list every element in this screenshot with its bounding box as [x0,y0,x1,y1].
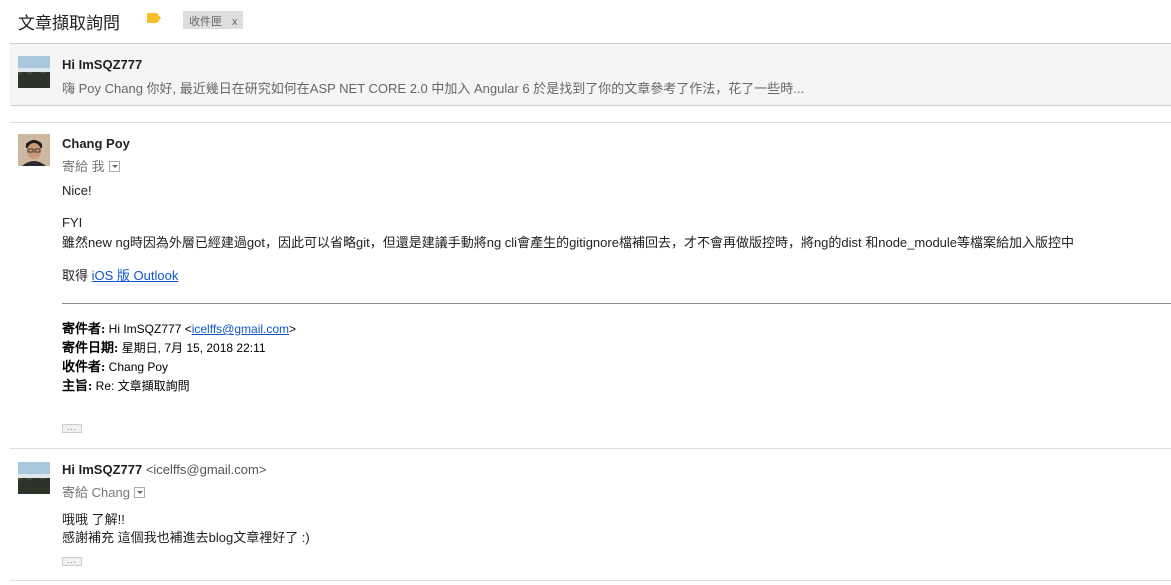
body-line: 雖然new ng時因為外層已經建過got，因此可以省略git，但還是建議手動將n… [62,235,1075,250]
quoted-from-close: > [289,322,297,336]
show-trimmed-content-button[interactable]: ... [62,424,82,433]
message-divider [10,580,1171,581]
quote-divider [62,303,1171,304]
avatar [18,462,50,494]
body-line: 感謝補充 這個我也補進去blog文章裡好了 :) [62,530,310,545]
signature-prefix: 取得 [62,268,92,283]
body-line: Nice! [62,183,92,198]
sender-email: <icelffs@gmail.com> [145,462,267,477]
remove-label-button[interactable]: x [232,16,238,28]
message-sender[interactable]: Chang Poy [62,136,130,151]
body-line: FYI [62,215,83,230]
outlook-ios-link[interactable]: iOS 版 Outlook [92,268,179,283]
message-sender[interactable]: Hi ImSQZ777 <icelffs@gmail.com> [62,462,266,477]
landscape-avatar-icon [18,56,50,88]
quoted-to-value: Chang Poy [105,360,169,374]
quoted-subject: 主旨: Re: 文章擷取詢問 [62,375,190,394]
quoted-from-email-link[interactable]: icelffs@gmail.com [192,322,289,336]
quoted-subject-value: Re: 文章擷取詢問 [92,379,190,393]
signature-line: 取得 iOS 版 Outlook [62,265,178,284]
message-divider [10,122,1171,123]
show-details-dropdown-icon[interactable] [108,161,120,173]
quoted-from-name: Hi ImSQZ777 < [105,322,192,336]
inbox-label-text: 收件匣 [189,16,222,28]
important-label-icon[interactable] [147,13,161,23]
quoted-date: 寄件日期: 星期日, 7月 15, 2018 22:11 [62,337,266,356]
thread-header: 文章擷取詢問 收件匣 x [0,0,1171,40]
landscape-avatar-icon [18,462,50,494]
quoted-date-value: 星期日, 7月 15, 2018 22:11 [118,341,266,355]
message-snippet: 嗨 Poy Chang 你好, 最近幾日在研究如何在ASP NET CORE 2… [62,81,805,96]
collapsed-message[interactable]: Hi ImSQZ777 嗨 Poy Chang 你好, 最近幾日在研究如何在AS… [10,43,1171,106]
recipient-text: 寄給 我 [62,159,105,174]
show-trimmed-content-button[interactable]: ... [62,557,82,566]
quoted-from-label: 寄件者: [62,321,106,336]
show-details-dropdown-icon[interactable] [133,487,145,499]
inbox-label-chip: 收件匣 x [183,11,243,29]
quoted-subject-label: 主旨: [62,378,93,393]
recipient-line: 寄給 我 [62,156,120,175]
quoted-to-label: 收件者: [62,359,106,374]
quoted-from: 寄件者: Hi ImSQZ777 <icelffs@gmail.com> [62,318,296,337]
recipient-text: 寄給 Chang [62,485,130,500]
person-avatar-icon [18,134,50,166]
avatar [18,56,50,88]
thread-subject: 文章擷取詢問 [18,14,120,33]
message-sender: Hi ImSQZ777 [62,57,143,72]
recipient-line: 寄給 Chang [62,482,145,501]
sender-name: Hi ImSQZ777 [62,462,143,477]
body-line: 哦哦 了解!! [62,512,125,527]
quoted-date-label: 寄件日期: [62,340,119,355]
quoted-to: 收件者: Chang Poy [62,356,168,375]
message-divider [10,448,1171,449]
avatar [18,134,50,166]
